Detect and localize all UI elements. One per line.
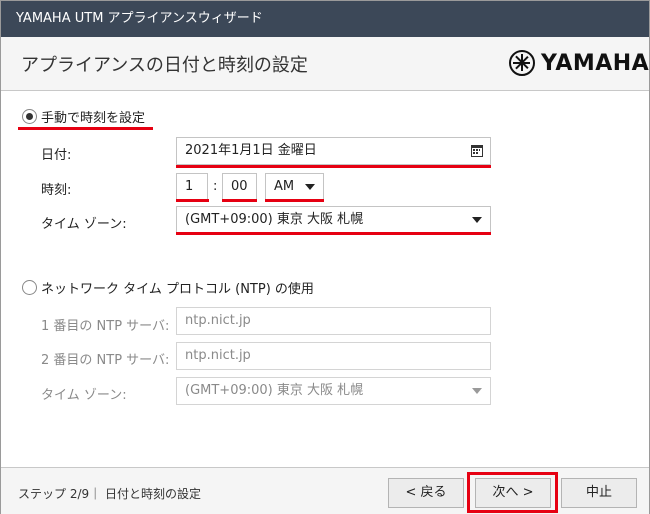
- ntp-timezone-value: (GMT+09:00) 東京 大阪 札幌: [185, 383, 364, 398]
- highlight-underline: [176, 199, 209, 202]
- ntp-timezone-label: タイム ゾーン:: [41, 388, 127, 403]
- highlight-underline: [222, 199, 257, 202]
- page-title: アプライアンスの日付と時刻の設定: [21, 55, 308, 76]
- time-separator: :: [213, 179, 218, 194]
- minute-value: 00: [231, 179, 248, 194]
- ntp-server2-input[interactable]: ntp.nict.jp: [176, 342, 491, 370]
- date-label: 日付:: [41, 148, 72, 163]
- time-label: 時刻:: [41, 183, 72, 198]
- chevron-down-icon: [472, 388, 482, 394]
- calendar-icon[interactable]: [471, 145, 483, 157]
- yamaha-logo: YAMAHA: [509, 49, 649, 77]
- minute-input[interactable]: 00: [222, 173, 257, 201]
- window-titlebar: YAMAHA UTM アプライアンスウィザード: [1, 1, 649, 37]
- ntp-radio[interactable]: [22, 280, 37, 295]
- date-picker-field[interactable]: 2021年1月1日 金曜日: [176, 137, 491, 165]
- next-button-highlight: [467, 472, 558, 513]
- ntp-server1-label: 1 番目の NTP サーバ:: [41, 319, 170, 334]
- ntp-option[interactable]: ネットワーク タイム プロトコル (NTP) の使用: [22, 278, 314, 297]
- hour-value: 1: [185, 179, 194, 194]
- manual-time-radio[interactable]: [22, 109, 37, 124]
- highlight-underline: [176, 232, 491, 235]
- tuning-fork-emblem-icon: [509, 50, 535, 76]
- timezone-label: タイム ゾーン:: [41, 217, 127, 232]
- chevron-down-icon: [472, 217, 482, 223]
- cancel-button[interactable]: 中止: [561, 478, 637, 508]
- ntp-server2-label: 2 番目の NTP サーバ:: [41, 353, 170, 368]
- ntp-timezone-select[interactable]: (GMT+09:00) 東京 大阪 札幌: [176, 377, 491, 405]
- logo-wordmark: YAMAHA: [541, 50, 650, 76]
- date-value: 2021年1月1日 金曜日: [185, 143, 317, 158]
- manual-time-option[interactable]: 手動で時刻を設定: [22, 107, 145, 126]
- back-button[interactable]: < 戻る: [388, 478, 464, 508]
- highlight-underline: [18, 127, 153, 130]
- page-header: アプライアンスの日付と時刻の設定 YAMAHA: [1, 37, 649, 91]
- ntp-server1-input[interactable]: ntp.nict.jp: [176, 307, 491, 335]
- step-indicator: ステップ 2/9｜ 日付と時刻の設定: [18, 487, 201, 501]
- wizard-footer: ステップ 2/9｜ 日付と時刻の設定 < 戻る 次へ > 中止: [1, 467, 649, 514]
- ntp-server2-value: ntp.nict.jp: [185, 348, 251, 363]
- ntp-label: ネットワーク タイム プロトコル (NTP) の使用: [41, 282, 314, 297]
- ntp-server1-value: ntp.nict.jp: [185, 313, 251, 328]
- ampm-value: AM: [274, 179, 295, 194]
- highlight-underline: [265, 199, 324, 202]
- timezone-select[interactable]: (GMT+09:00) 東京 大阪 札幌: [176, 206, 491, 234]
- hour-input[interactable]: 1: [176, 173, 208, 201]
- chevron-down-icon: [305, 184, 315, 190]
- ampm-select[interactable]: AM: [265, 173, 324, 201]
- timezone-value: (GMT+09:00) 東京 大阪 札幌: [185, 212, 364, 227]
- wizard-window: YAMAHA UTM アプライアンスウィザード アプライアンスの日付と時刻の設定…: [0, 0, 650, 514]
- highlight-underline: [176, 165, 491, 168]
- manual-time-label: 手動で時刻を設定: [41, 111, 146, 126]
